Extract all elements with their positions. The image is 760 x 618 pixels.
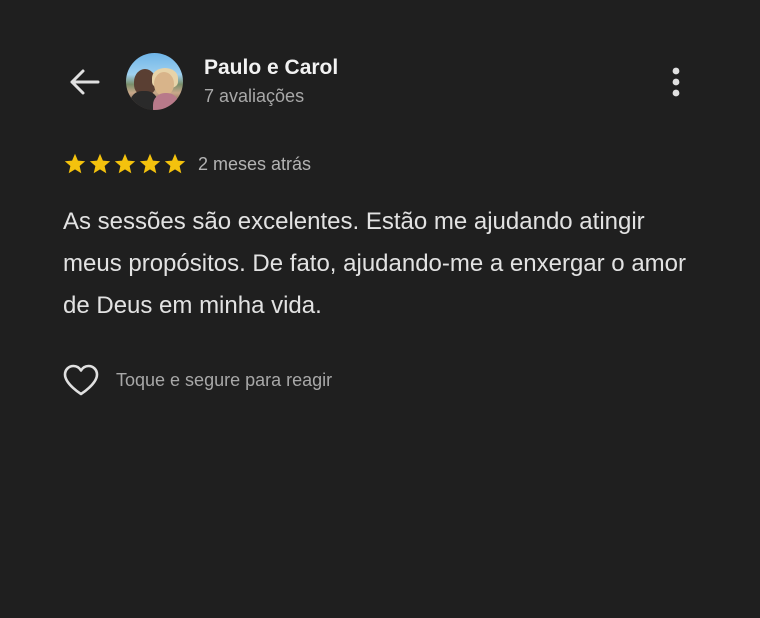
more-vertical-icon <box>672 67 680 97</box>
review-header: Paulo e Carol 7 avaliações <box>0 0 760 140</box>
star-icon <box>114 153 136 174</box>
avatar[interactable] <box>126 53 183 110</box>
star-icon <box>139 153 161 174</box>
arrow-left-icon <box>70 69 100 95</box>
review-text: As sessões são excelentes. Estão me ajud… <box>63 208 687 319</box>
reviewer-name[interactable]: Paulo e Carol <box>204 56 338 80</box>
more-options-button[interactable] <box>660 64 692 100</box>
reviewer-review-count: 7 avaliações <box>204 86 305 106</box>
back-button[interactable] <box>62 62 106 102</box>
reaction-row[interactable]: Toque e segure para reagir <box>62 362 332 398</box>
react-hint-label: Toque e segure para reagir <box>116 369 333 390</box>
star-icon <box>89 153 111 174</box>
rating-row: 2 meses atrás <box>63 151 311 177</box>
heart-outline-icon[interactable] <box>62 363 100 397</box>
star-icon <box>64 153 86 174</box>
star-icon <box>164 153 186 174</box>
review-date: 2 meses atrás <box>198 153 312 174</box>
star-rating <box>63 152 188 176</box>
